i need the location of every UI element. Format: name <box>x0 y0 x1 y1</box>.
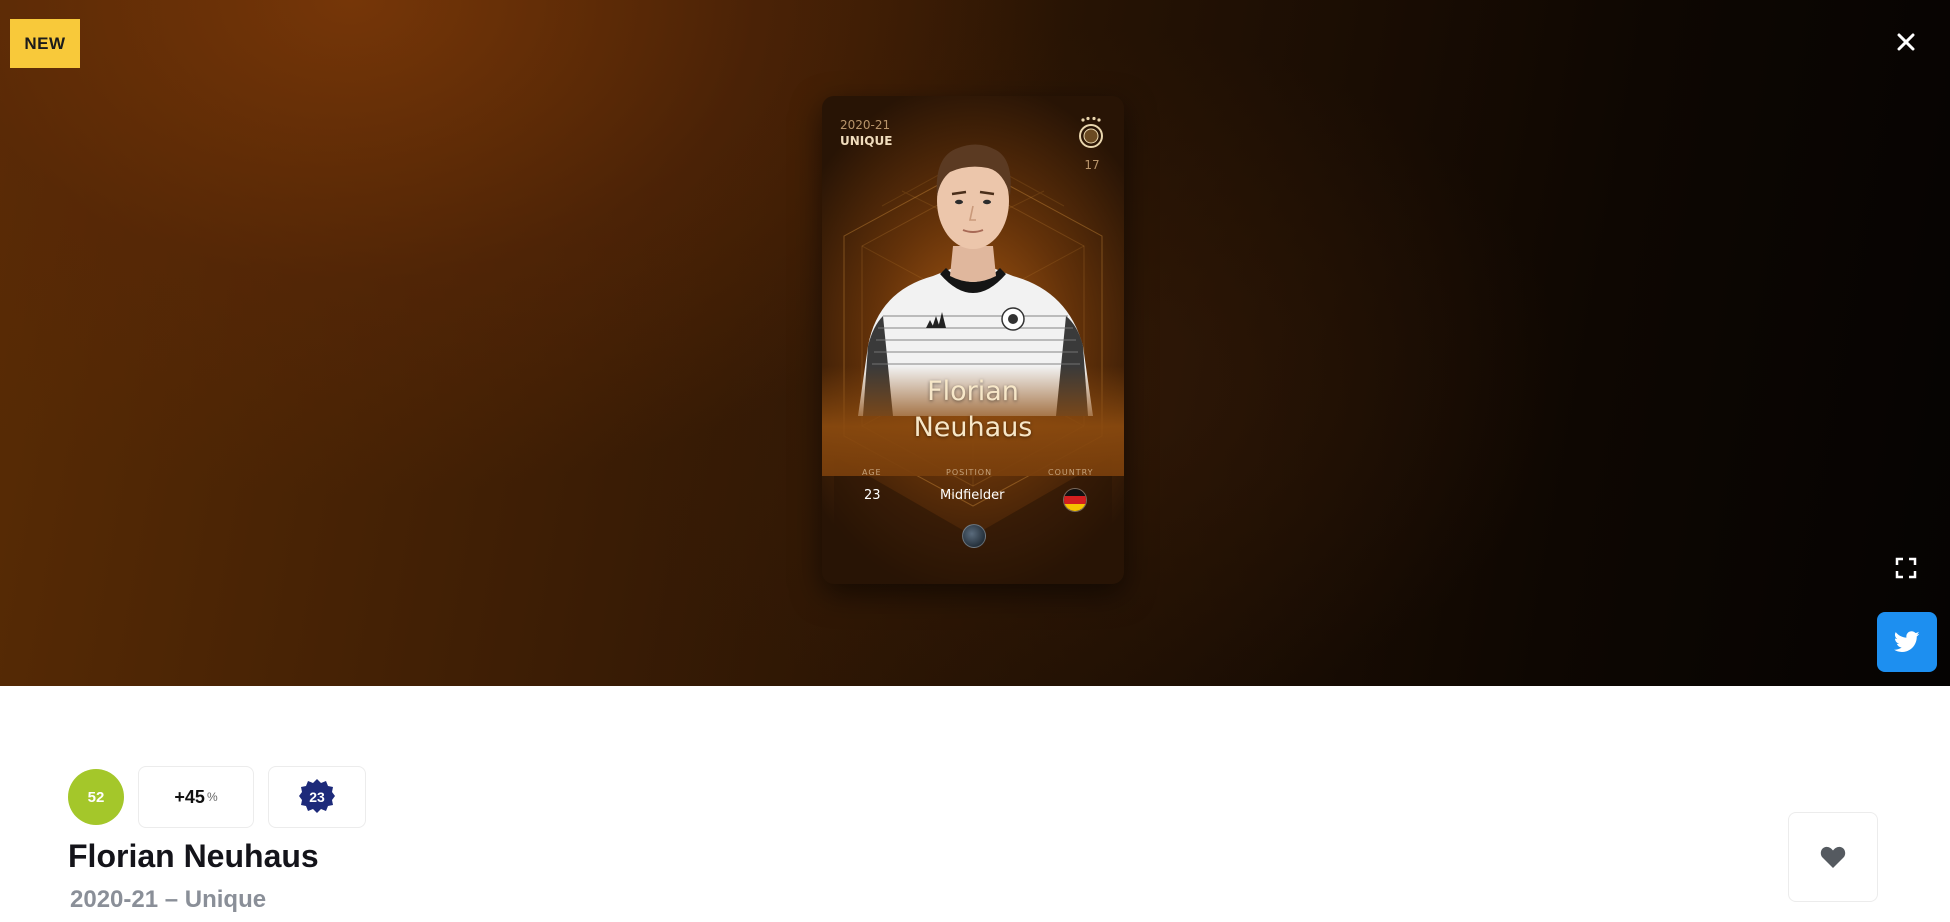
position-value: Midfielder <box>940 488 1005 503</box>
fullscreen-icon <box>1895 557 1917 579</box>
card-badges: 52 +45 % 23 <box>68 766 366 828</box>
club-icon <box>962 524 986 548</box>
card-rarity: UNIQUE <box>840 134 893 148</box>
percentage-value: +45 <box>174 786 205 807</box>
card-shirt-number: 17 <box>1084 158 1100 172</box>
close-button[interactable] <box>1888 24 1924 60</box>
heart-icon <box>1820 846 1846 868</box>
dfb-crest-icon <box>1079 116 1103 148</box>
card-last-name: Neuhaus <box>913 412 1033 443</box>
position-label: POSITION <box>946 468 993 477</box>
player-subtitle: 2020-21 – Unique <box>70 886 267 913</box>
twitter-share-button[interactable] <box>1877 612 1937 672</box>
favorite-button[interactable] <box>1788 812 1878 902</box>
card-viewer-hero: NEW 2020-21 UNIQUE 17 Florian Neuhaus AG… <box>0 0 1950 686</box>
percentage-sign: % <box>206 790 218 804</box>
fullscreen-button[interactable] <box>1888 550 1924 586</box>
close-icon <box>1897 33 1915 51</box>
card-first-name: Florian <box>927 376 1019 407</box>
player-title: Florian Neuhaus <box>68 838 319 874</box>
player-card[interactable]: 2020-21 UNIQUE 17 Florian Neuhaus AGE PO… <box>822 96 1124 584</box>
twitter-icon <box>1894 631 1920 652</box>
seal-number: 23 <box>309 789 325 805</box>
germany-flag-icon <box>1063 488 1087 512</box>
age-value: 23 <box>864 488 881 503</box>
seal-icon: 23 <box>299 779 335 813</box>
country-label: COUNTRY <box>1048 468 1094 477</box>
card-season: 2020-21 <box>840 118 891 132</box>
age-label: AGE <box>862 468 882 477</box>
card-player-name: Florian Neuhaus <box>822 374 1124 446</box>
seal-badge: 23 <box>268 766 366 828</box>
score-badge: 52 <box>68 769 124 825</box>
new-badge: NEW <box>10 19 80 68</box>
percentage-badge: +45 % <box>138 766 254 828</box>
